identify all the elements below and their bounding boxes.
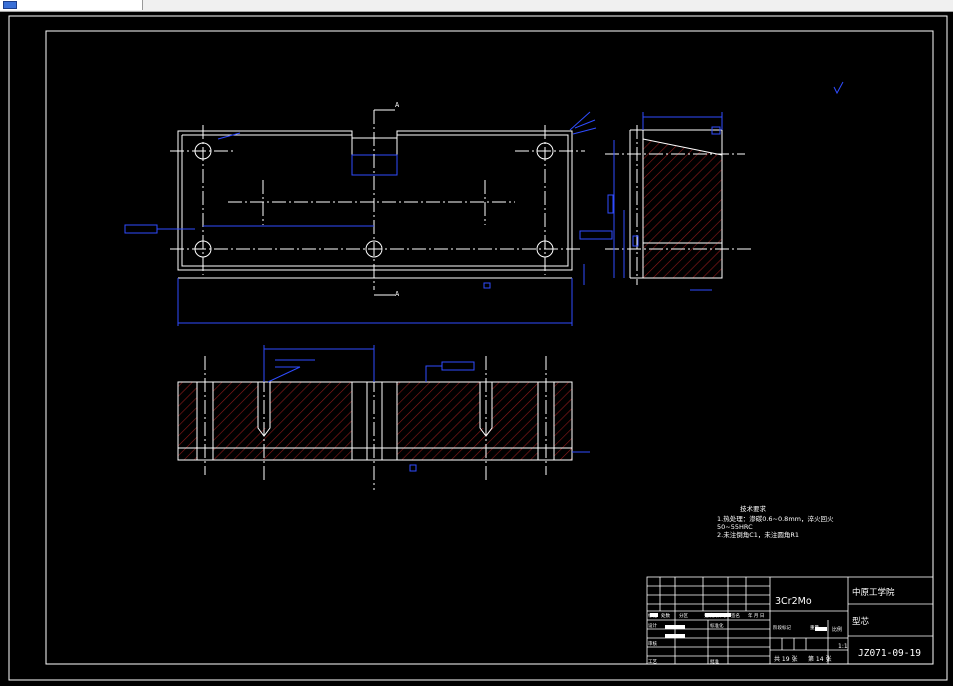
label-sign: 签名 <box>731 612 740 619</box>
drawing-tab[interactable] <box>0 0 143 10</box>
tech-req-heading: 技术要求 <box>740 504 767 513</box>
title-block-text: 3Cr2Mo 中原工学院 型芯 JZ071-09-19 比例 1:1 共 19 … <box>648 587 921 665</box>
label-change-doc: 更改文件号 <box>704 612 727 619</box>
label-designer: 设计 <box>648 622 657 629</box>
drawing-number-text: JZ071-09-19 <box>858 648 921 659</box>
inner-border <box>45 30 934 665</box>
label-craft: 工艺 <box>648 659 657 665</box>
section-view <box>177 345 590 490</box>
drawing-file-icon <box>3 1 17 9</box>
sheets-total: 共 19 张 <box>774 655 797 663</box>
tech-req-line-1: 1.热处理：渗碳0.6~0.8mm，淬火回火 <box>717 514 834 523</box>
cad-drawing-canvas[interactable]: A A 技术要求 1.热处理：渗碳0.6~0.8mm，淬火回火 50~55HRC… <box>0 11 953 686</box>
label-stage: 阶段标记 <box>773 624 791 631</box>
roughness-symbol <box>833 81 844 95</box>
school-text: 中原工学院 <box>852 587 895 598</box>
label-weight: 重量 <box>810 624 819 631</box>
label-zone: 分区 <box>679 612 688 619</box>
scale-value: 1:1 <box>838 643 848 650</box>
tech-req-line-2: 50~55HRC <box>717 523 753 531</box>
part-name-text: 型芯 <box>852 616 870 627</box>
label-standardization: 标准化 <box>710 622 724 629</box>
label-review: 审核 <box>648 640 657 647</box>
sheet-number: 第 14 张 <box>808 655 831 663</box>
section-label-top: A <box>395 101 400 109</box>
outer-border <box>8 15 948 681</box>
label-date: 年 月 日 <box>748 612 764 619</box>
side-view <box>605 112 752 291</box>
technical-requirements: 技术要求 1.热处理：渗碳0.6~0.8mm，淬火回火 50~55HRC 2.未… <box>717 504 834 539</box>
top-view <box>170 109 585 296</box>
material-text: 3Cr2Mo <box>775 596 812 607</box>
label-mark: 标记 <box>648 612 657 619</box>
tech-req-line-3: 2.未注倒角C1，未注圆角R1 <box>717 530 799 539</box>
label-count: 处数 <box>661 612 670 619</box>
scale-label: 比例 <box>832 626 842 633</box>
label-approve: 批准 <box>710 658 719 665</box>
section-label-bottom: A <box>395 290 400 298</box>
